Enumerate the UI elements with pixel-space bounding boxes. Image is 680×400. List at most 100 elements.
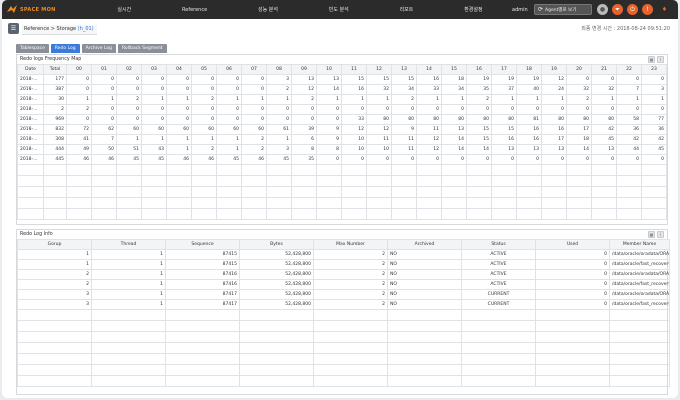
- power-icon[interactable]: ⏻: [627, 4, 638, 15]
- frequency-map-column-header[interactable]: 08: [266, 64, 292, 75]
- menu-icon[interactable]: ☰: [8, 23, 19, 34]
- table-cell: 40: [516, 84, 542, 95]
- frequency-map-column-header[interactable]: 07: [241, 64, 267, 75]
- logo[interactable]: SPACE MON: [2, 5, 60, 14]
- tab-rollback-segment[interactable]: Rollback Segment: [117, 44, 167, 53]
- redo-log-info-title: Redo Log Info: [20, 232, 53, 237]
- table-cell: 1: [17, 259, 92, 270]
- table-row[interactable]: 2018-... 444 49 50 51 43 1 2 1 2 3 8 8 10 10 11 12 14 14 13…: [17, 144, 667, 155]
- redo-log-info-column-header[interactable]: Used: [535, 239, 610, 250]
- frequency-map-column-header[interactable]: Total: [43, 64, 67, 75]
- frequency-map-column-header[interactable]: 16: [466, 64, 492, 75]
- frequency-map-column-header[interactable]: 01: [91, 64, 117, 75]
- table-row[interactable]: 2018-... 177 0 0 0 0 0 0 0 0 3 13 13 15 15 15 16 18 19 19 19…: [17, 74, 667, 85]
- redo-log-info-column-header[interactable]: Archived: [387, 239, 462, 250]
- table-row[interactable]: 1 1 87415 52,428,800 2 NO ACTIVE 0/data/oracle/…: [17, 259, 670, 270]
- table-row[interactable]: 2 1 87416 52,428,800 2 NO ACTIVE 0/data/oracle/…: [17, 269, 670, 280]
- table-row[interactable]: 2018-... 387 0 0 0 0 0 0 0 0 2 12 14 16 32 34 33 34 35 37 40…: [17, 84, 667, 95]
- table-cell: 1: [91, 279, 166, 290]
- frequency-map-column-header[interactable]: 14: [416, 64, 442, 75]
- info-icon[interactable]: i: [657, 231, 664, 238]
- redo-log-info-column-header[interactable]: Sequence: [165, 239, 240, 250]
- frequency-map-column-header[interactable]: 02: [116, 64, 142, 75]
- tab-tablespace[interactable]: Tablespace: [16, 44, 49, 53]
- redo-log-info-column-header[interactable]: Max Number: [313, 239, 388, 250]
- info-icon[interactable]: i: [657, 56, 664, 63]
- frequency-map-column-header[interactable]: 18: [516, 64, 542, 75]
- frequency-map-column-header[interactable]: 09: [291, 64, 317, 75]
- empty-cell: [116, 186, 142, 198]
- frequency-map-column-header[interactable]: 20: [566, 64, 592, 75]
- table-cell: 969: [43, 114, 67, 125]
- table-row[interactable]: 2018-... 969 0 0 0 0 0 0 0 0 0 0 0 33 80 80 80 80 80 80 81 80…: [17, 114, 667, 125]
- frequency-map-column-header[interactable]: 22: [616, 64, 642, 75]
- frequency-map-column-header[interactable]: Date: [17, 64, 44, 75]
- menu-item-realtime[interactable]: 실시간: [117, 6, 131, 13]
- agent-view-button[interactable]: ⟳ Agent별로 보기: [534, 4, 592, 15]
- grid-icon[interactable]: ▦: [648, 231, 655, 238]
- redo-log-info-column-header[interactable]: Bytes: [239, 239, 314, 250]
- frequency-map-column-header[interactable]: 13: [391, 64, 417, 75]
- breadcrumb-instance[interactable]: (h_01): [78, 26, 94, 32]
- empty-cell: [461, 364, 536, 376]
- frequency-map-column-header[interactable]: 23: [641, 64, 667, 75]
- table-row[interactable]: 3 1 87417 52,428,800 2 NO CURRENT 0/data/oracle…: [17, 289, 670, 300]
- grid-icon[interactable]: ▦: [648, 56, 655, 63]
- frequency-map-column-header[interactable]: 03: [141, 64, 167, 75]
- table-cell: 2: [313, 289, 388, 300]
- table-cell: 52,428,800: [239, 279, 314, 290]
- redo-log-info-column-header[interactable]: Member Name: [609, 239, 670, 250]
- empty-cell: [641, 208, 667, 220]
- frequency-map-column-header[interactable]: 05: [191, 64, 217, 75]
- tab-archive-log[interactable]: Archive Log: [81, 44, 116, 53]
- empty-row: [17, 331, 670, 343]
- frequency-map-column-header[interactable]: 15: [441, 64, 467, 75]
- user-name[interactable]: admin: [512, 7, 528, 13]
- redo-log-info-column-header[interactable]: Status: [461, 239, 536, 250]
- frequency-map-title: Redo logs Frequency Map: [20, 57, 82, 62]
- frequency-map-column-header[interactable]: 21: [591, 64, 617, 75]
- table-cell: 1: [641, 94, 667, 105]
- table-cell: 1: [266, 134, 292, 145]
- table-row[interactable]: 2018-... 832 72 62 60 60 60 60 60 60 61 39 9 12 12 9 11 1…: [17, 124, 667, 135]
- table-cell: 42: [616, 134, 642, 145]
- frequency-map-column-header[interactable]: 10: [316, 64, 342, 75]
- table-row[interactable]: 2018-... 30 1 1 2 1 1 2 1 1 1 2 1 1 1 2 1 1 2 1 1 1 2 1 1 1: [17, 94, 667, 105]
- frequency-map-column-header[interactable]: 11: [341, 64, 367, 75]
- frequency-map-column-header[interactable]: 04: [166, 64, 192, 75]
- table-cell: 0: [535, 269, 610, 280]
- alert-icon[interactable]: !: [642, 4, 653, 15]
- menu-item-performance[interactable]: 성능 분석: [258, 6, 278, 13]
- empty-cell: [291, 197, 317, 209]
- frequency-map-column-header[interactable]: 12: [366, 64, 392, 75]
- tab-redo-log[interactable]: Redo Log: [50, 44, 80, 53]
- table-row[interactable]: 2018-... 2 2 0 0 0 0 0 0 0 0 0 0 0 0 0 0 0 0 0 0 0 0 0 0 0: [17, 104, 667, 115]
- table-cell: 52,428,800: [239, 249, 314, 260]
- table-row[interactable]: 2018-... 445 46 46 45 45 46 46 45 46 45 35 0 0 0 0 0 0 0 0 0…: [17, 154, 667, 165]
- table-cell: 1: [91, 289, 166, 300]
- table-row[interactable]: 3 1 87417 52,428,800 2 NO CURRENT 0/data/oracle…: [17, 299, 670, 310]
- notification-icon[interactable]: ♦: [659, 4, 670, 15]
- empty-cell: [313, 331, 388, 343]
- empty-cell: [616, 208, 642, 220]
- bell-icon[interactable]: ⏷: [612, 4, 623, 15]
- table-cell: 36: [616, 124, 642, 135]
- redo-log-info-column-header[interactable]: Gorup: [17, 239, 92, 250]
- empty-cell: [591, 164, 617, 176]
- table-cell: 2: [313, 299, 388, 310]
- frequency-map-column-header[interactable]: 06: [216, 64, 242, 75]
- menu-item-report[interactable]: 리포트: [400, 6, 414, 13]
- table-row[interactable]: 2 1 87416 52,428,800 2 NO ACTIVE 0/data/oracle/…: [17, 279, 670, 290]
- menu-item-frequency[interactable]: 빈도 분석: [329, 6, 349, 13]
- table-row[interactable]: 2018-... 308 41 7 1 1 1 1 1 2 1 6 9 10 11 11 12 14 15 16 16 1…: [17, 134, 667, 145]
- menu-item-reference[interactable]: Reference: [182, 7, 207, 13]
- table-row[interactable]: 1 1 87415 52,428,800 2 NO ACTIVE 0/data/oracle/…: [17, 249, 670, 260]
- redo-log-info-column-header[interactable]: Thread: [91, 239, 166, 250]
- frequency-map-column-header[interactable]: 00: [66, 64, 92, 75]
- empty-cell: [266, 197, 292, 209]
- user-circle-icon[interactable]: ●: [597, 4, 608, 15]
- table-cell: 0: [416, 154, 442, 165]
- frequency-map-column-header[interactable]: 17: [491, 64, 517, 75]
- frequency-map-column-header[interactable]: 19: [541, 64, 567, 75]
- menu-item-settings[interactable]: 환경설정: [464, 6, 482, 13]
